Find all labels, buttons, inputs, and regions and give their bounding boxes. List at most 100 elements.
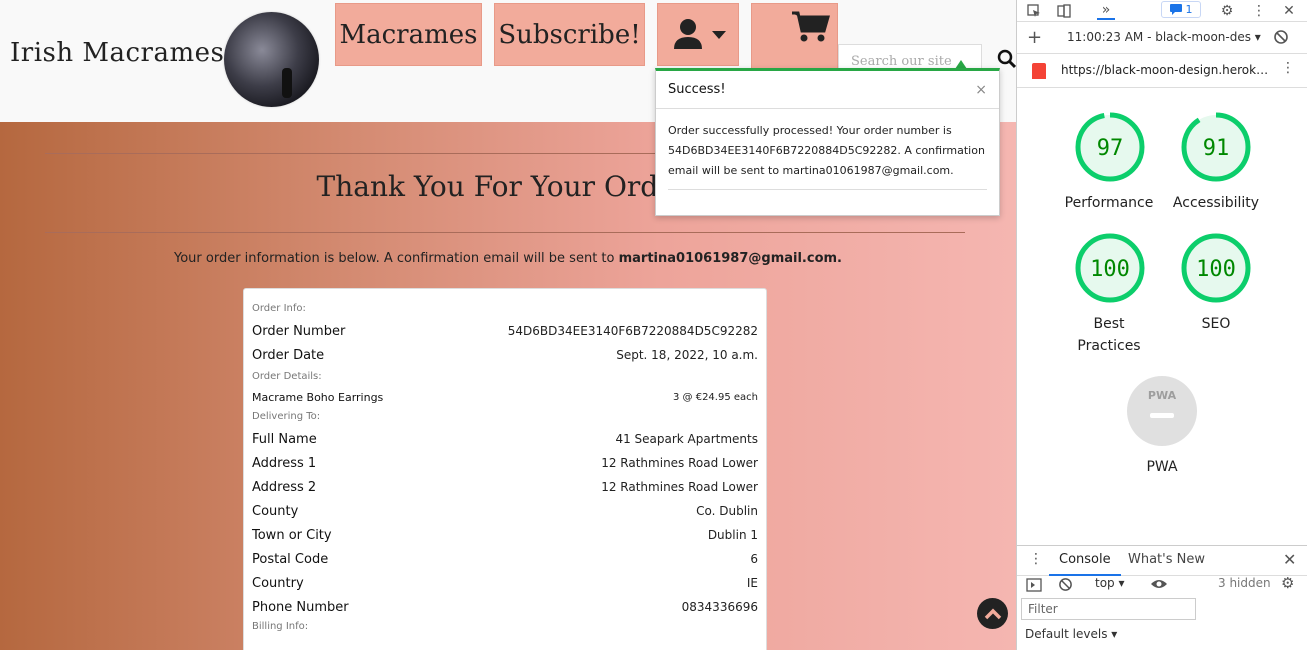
- table-row: Full Name 41 Seapark Apartments: [252, 427, 758, 451]
- kebab-menu-icon[interactable]: ⋮: [1029, 551, 1043, 567]
- section-order-details: Order Details:: [252, 371, 322, 382]
- eye-icon[interactable]: [1150, 577, 1168, 591]
- tab-whats-new[interactable]: What's New: [1128, 552, 1205, 567]
- report-selector[interactable]: 11:00:23 AM - black-moon-des ▾: [1067, 30, 1261, 44]
- toast-header: Success! ×: [656, 71, 999, 109]
- row-label: Town or City: [252, 527, 332, 543]
- issues-badge[interactable]: 1: [1161, 1, 1201, 18]
- site-brand[interactable]: Irish Macrames: [10, 38, 224, 68]
- search-icon[interactable]: [997, 48, 1016, 70]
- gear-icon[interactable]: ⚙: [1218, 2, 1236, 20]
- context-selector[interactable]: top ▾: [1095, 576, 1125, 590]
- report-url-bar: https://black-moon-design.herok… ⋮: [1017, 54, 1307, 88]
- lighthouse-icon: [1032, 63, 1046, 79]
- table-row: Town or City Dublin 1: [252, 523, 758, 547]
- score-gauge-seo[interactable]: 100: [1180, 232, 1252, 304]
- moon-logo[interactable]: [224, 12, 319, 107]
- item-name: Macrame Boho Earrings: [252, 390, 384, 404]
- website-viewport: Irish Macrames Macrames Subscribe! Searc…: [0, 0, 1016, 650]
- account-button[interactable]: [657, 3, 739, 66]
- row-value: Dublin 1: [707, 528, 758, 542]
- devtools-panel: » 1 ⚙ ⋮ ✕ + 11:00:23 AM - black-moon-des…: [1016, 0, 1307, 650]
- row-label: Phone Number: [252, 599, 349, 615]
- log-levels-dropdown[interactable]: Default levels ▾: [1025, 627, 1117, 641]
- sidebar-toggle-icon[interactable]: [1026, 578, 1042, 592]
- row-value: 6: [750, 552, 758, 566]
- tab-console[interactable]: Console: [1049, 546, 1121, 576]
- row-label: Order Date: [252, 347, 325, 363]
- pwa-badge-text: PWA: [1148, 389, 1177, 402]
- row-label: Address 2: [252, 479, 317, 495]
- cart-icon: [791, 11, 830, 42]
- order-date: Sept. 18, 2022, 10 a.m.: [616, 348, 758, 362]
- order-summary-card: Order Info: Order Number 54D6BD34EE3140F…: [243, 288, 767, 650]
- gauge-score: 91: [1203, 136, 1230, 161]
- order-info-message: Your order information is below. A confi…: [0, 251, 1016, 266]
- email-address: martina01061987@gmail.com.: [618, 251, 842, 266]
- score-gauge-best-practices[interactable]: 100: [1074, 232, 1146, 304]
- report-url: https://black-moon-design.herok…: [1061, 63, 1269, 77]
- table-row: Postal Code 6: [252, 547, 758, 571]
- close-icon[interactable]: ×: [975, 82, 987, 98]
- section-order-info: Order Info:: [252, 303, 306, 314]
- divider: [45, 232, 965, 233]
- close-icon[interactable]: ✕: [1280, 2, 1298, 20]
- success-toast: Success! × Order successfully processed!…: [655, 68, 1000, 216]
- issues-count: 1: [1185, 3, 1193, 16]
- console-filter-input[interactable]: Filter: [1021, 598, 1196, 620]
- cart-button[interactable]: [751, 3, 838, 71]
- score-gauge-accessibility[interactable]: 91: [1180, 111, 1252, 183]
- row-label: Postal Code: [252, 551, 329, 567]
- score-gauge-performance[interactable]: 97: [1074, 111, 1146, 183]
- table-row: Country IE: [252, 571, 758, 595]
- order-date-row: Order Date Sept. 18, 2022, 10 a.m.: [252, 343, 758, 367]
- order-number-row: Order Number 54D6BD34EE3140F6B7220884D5C…: [252, 319, 758, 343]
- gauge-score: 100: [1090, 257, 1130, 282]
- devtools-toolbar: » 1 ⚙ ⋮ ✕: [1017, 0, 1307, 22]
- drawer-tabs: ⋮ Console What's New ✕: [1017, 546, 1307, 576]
- row-label: County: [252, 503, 299, 519]
- toast-title: Success!: [668, 82, 726, 97]
- message-icon: [1169, 4, 1182, 15]
- row-value: Co. Dublin: [696, 504, 758, 518]
- score-label: Accessibility: [1172, 195, 1260, 211]
- order-item-row: Macrame Boho Earrings 3 @ €24.95 each: [252, 387, 758, 407]
- console-toolbar: top ▾ 3 hidden ⚙: [1017, 574, 1307, 598]
- row-label: Address 1: [252, 455, 317, 471]
- chevron-up-icon: [984, 608, 1001, 619]
- section-billing: Billing Info:: [252, 621, 309, 632]
- dash-icon: [1150, 413, 1174, 418]
- toast-message: Order successfully processed! Your order…: [668, 124, 985, 177]
- kebab-menu-icon[interactable]: ⋮: [1281, 60, 1295, 76]
- clear-console-icon[interactable]: [1058, 577, 1073, 592]
- close-icon[interactable]: ✕: [1283, 550, 1296, 569]
- more-tabs-icon[interactable]: »: [1097, 2, 1115, 20]
- gauge-score: 100: [1196, 257, 1236, 282]
- gear-icon[interactable]: ⚙: [1281, 574, 1294, 592]
- score-label: SEO: [1201, 316, 1231, 332]
- row-label: Full Name: [252, 431, 317, 447]
- row-label: Order Number: [252, 323, 346, 339]
- inspect-element-icon[interactable]: [1025, 2, 1043, 20]
- row-label: Country: [252, 575, 304, 591]
- scroll-to-top-button[interactable]: [977, 598, 1008, 629]
- item-quantity: 3 @ €24.95 each: [672, 391, 758, 403]
- nav-subscribe-button[interactable]: Subscribe!: [494, 3, 645, 66]
- row-value: 41 Seapark Apartments: [615, 432, 758, 446]
- caret-down-icon: [712, 30, 726, 39]
- screen: Irish Macrames Macrames Subscribe! Searc…: [0, 0, 1307, 650]
- pwa-badge[interactable]: PWA: [1126, 375, 1198, 447]
- row-value: IE: [746, 576, 758, 590]
- table-row: County Co. Dublin: [252, 499, 758, 523]
- section-delivering: Delivering To:: [252, 411, 321, 422]
- order-number: 54D6BD34EE3140F6B7220884D5C92282: [507, 324, 758, 338]
- device-toolbar-icon[interactable]: [1055, 2, 1073, 20]
- user-icon: [674, 18, 726, 49]
- nav-macrames-button[interactable]: Macrames: [335, 3, 482, 66]
- divider: [668, 189, 987, 190]
- clear-icon[interactable]: [1273, 29, 1289, 45]
- kebab-menu-icon[interactable]: ⋮: [1250, 2, 1268, 20]
- gauge-score: 97: [1097, 136, 1124, 161]
- score-label: Performance: [1064, 195, 1154, 211]
- new-report-icon[interactable]: +: [1027, 27, 1042, 48]
